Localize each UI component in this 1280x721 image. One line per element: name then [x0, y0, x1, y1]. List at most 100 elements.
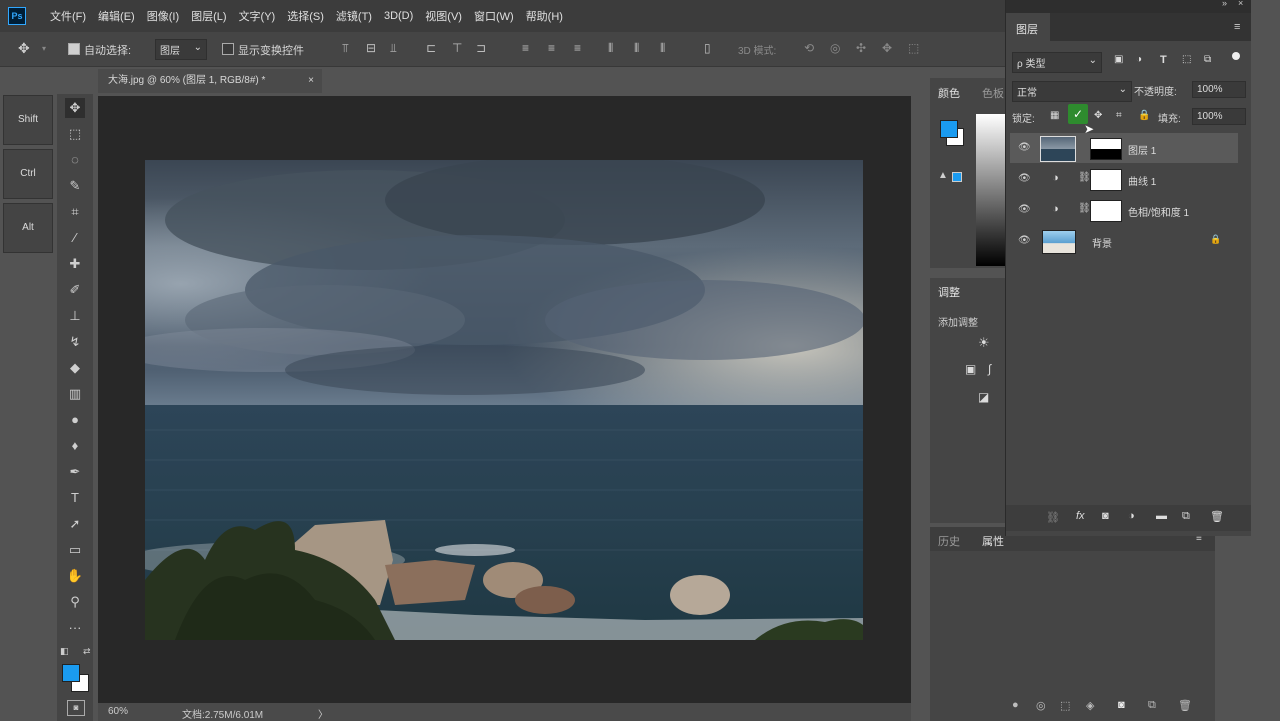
- hue-saturation-icon[interactable]: ▣: [965, 362, 976, 376]
- shortcut-alt[interactable]: Alt: [3, 203, 53, 253]
- layer-style-icon[interactable]: fx: [1076, 510, 1085, 522]
- menu-help[interactable]: 帮助(H): [520, 8, 569, 24]
- delete-layer-icon[interactable]: 🗑: [1210, 510, 1224, 523]
- show-transform-checkbox[interactable]: [222, 43, 234, 55]
- blur-tool-icon[interactable]: ●: [65, 410, 85, 430]
- dodge-tool-icon[interactable]: ♦: [65, 436, 85, 456]
- move-tool-icon[interactable]: ✥: [65, 98, 85, 118]
- visibility-eye-icon[interactable]: 👁: [1018, 173, 1031, 185]
- lock-artboard-icon[interactable]: ⌗: [1116, 110, 1122, 121]
- 3d-scale-icon[interactable]: ⬚: [908, 41, 919, 55]
- shortcut-shift[interactable]: Shift: [3, 95, 53, 145]
- tab-adjustments[interactable]: 调整: [938, 284, 960, 300]
- tool-preset-chevron-icon[interactable]: ▾: [42, 44, 46, 53]
- new-adjustment-icon[interactable]: ◑: [1128, 510, 1135, 522]
- 3d-roll-icon[interactable]: ◎: [830, 41, 840, 55]
- crop-tool-icon[interactable]: ⌗: [65, 202, 85, 222]
- filter-shape-icon[interactable]: ⬚: [1182, 54, 1191, 65]
- auto-align-icon[interactable]: ▯: [704, 41, 711, 55]
- auto-select-checkbox[interactable]: [68, 43, 80, 55]
- link-chain-icon[interactable]: ⛓: [1078, 203, 1091, 214]
- more-tools-icon[interactable]: ···: [65, 618, 85, 638]
- layer-name[interactable]: 背景: [1092, 235, 1112, 250]
- type-tool-icon[interactable]: T: [65, 488, 85, 508]
- layer-row-background[interactable]: 👁 背景 🔒: [1010, 226, 1238, 256]
- close-icon[interactable]: ×: [308, 69, 314, 93]
- align-bottom-icon[interactable]: ⫫: [390, 41, 397, 56]
- menu-image[interactable]: 图像(I): [141, 8, 185, 24]
- visibility-eye-icon[interactable]: 👁: [1018, 142, 1031, 154]
- visibility-eye-icon[interactable]: 👁: [1018, 235, 1031, 247]
- layer-mask-thumbnail[interactable]: [1090, 200, 1122, 222]
- zoom-tool-icon[interactable]: ⚲: [65, 592, 85, 612]
- clone-stamp-tool-icon[interactable]: ⊥: [65, 306, 85, 326]
- rectangle-tool-icon[interactable]: ▭: [65, 540, 85, 560]
- link-layers-icon[interactable]: ⛓: [1046, 511, 1060, 524]
- menu-type[interactable]: 文字(Y): [233, 8, 282, 24]
- panel-foreground-swatch[interactable]: [940, 120, 958, 138]
- history-snapshot-icon[interactable]: ●: [1012, 699, 1019, 711]
- menu-layer[interactable]: 图层(L): [185, 8, 232, 24]
- marquee-tool-icon[interactable]: ⬚: [65, 124, 85, 144]
- distribute-bottom-icon[interactable]: ≡: [574, 41, 581, 55]
- move-tool-icon[interactable]: ✥: [18, 40, 30, 57]
- menu-window[interactable]: 窗口(W): [468, 8, 520, 24]
- zoom-level[interactable]: 60%: [108, 706, 128, 717]
- filter-adjustment-icon[interactable]: ◑: [1136, 54, 1142, 65]
- distribute-hcenter-icon[interactable]: ⦀: [634, 41, 639, 56]
- 3d-pan-icon[interactable]: ✣: [856, 41, 866, 55]
- layer-row-hue-saturation[interactable]: 👁 ◑ ⛓ 色相/饱和度 1: [1010, 195, 1238, 225]
- auto-select-dropdown[interactable]: 图层 ⌄: [155, 39, 207, 60]
- link-chain-icon[interactable]: ⛓: [1078, 172, 1091, 183]
- history-visibility-icon[interactable]: ◈: [1086, 699, 1094, 712]
- eraser-tool-icon[interactable]: ◆: [65, 358, 85, 378]
- menu-edit[interactable]: 编辑(E): [92, 8, 141, 24]
- tab-history[interactable]: 历史: [938, 533, 960, 549]
- menu-filter[interactable]: 滤镜(T): [330, 8, 378, 24]
- distribute-left-icon[interactable]: ⦀: [608, 41, 613, 56]
- quick-mask-icon[interactable]: ◙: [67, 700, 85, 716]
- align-left-icon[interactable]: ⊏: [426, 41, 436, 55]
- fill-input[interactable]: 100%: [1192, 108, 1246, 125]
- history-circle-icon[interactable]: ◎: [1036, 699, 1046, 712]
- panel-menu-icon[interactable]: ≡: [1234, 21, 1240, 33]
- menu-select[interactable]: 选择(S): [281, 8, 330, 24]
- layer-mask-thumbnail[interactable]: [1090, 169, 1122, 191]
- layer-name[interactable]: 色相/饱和度 1: [1128, 204, 1189, 219]
- 3d-slide-icon[interactable]: ✥: [882, 41, 892, 55]
- hand-tool-icon[interactable]: ✋: [65, 566, 85, 586]
- brightness-contrast-icon[interactable]: ☀: [978, 335, 990, 351]
- filter-toggle-icon[interactable]: [1232, 52, 1240, 60]
- align-top-icon[interactable]: ⫪: [342, 41, 349, 56]
- close-icon[interactable]: ×: [1238, 0, 1243, 8]
- lock-image-icon[interactable]: ✓: [1068, 104, 1088, 124]
- quick-select-tool-icon[interactable]: ✎: [65, 176, 85, 196]
- layer-name[interactable]: 图层 1: [1128, 142, 1156, 157]
- new-layer-icon[interactable]: ⧉: [1182, 510, 1190, 523]
- menu-view[interactable]: 视图(V): [419, 8, 468, 24]
- black-white-icon[interactable]: ◪: [978, 390, 989, 404]
- distribute-top-icon[interactable]: ≡: [522, 41, 529, 55]
- default-colors-icon[interactable]: ◧: [60, 646, 69, 657]
- history-new-snapshot-icon[interactable]: ◙: [1118, 699, 1125, 711]
- new-group-icon[interactable]: ▬: [1156, 510, 1167, 522]
- layer-row-layer1[interactable]: 👁 图层 1: [1010, 133, 1238, 163]
- blend-mode-dropdown[interactable]: 正常 ⌄: [1012, 81, 1132, 102]
- filter-smart-object-icon[interactable]: ⧉: [1204, 54, 1211, 65]
- foreground-color-swatch[interactable]: [62, 664, 80, 682]
- history-dotted-icon[interactable]: ⬚: [1060, 699, 1070, 712]
- collapse-icon[interactable]: »: [1222, 0, 1227, 8]
- opacity-input[interactable]: 100%: [1192, 81, 1246, 98]
- status-menu-arrow[interactable]: 〉: [318, 706, 328, 721]
- 3d-orbit-icon[interactable]: ⟲: [804, 41, 814, 55]
- gradient-tool-icon[interactable]: ▥: [65, 384, 85, 404]
- filter-pixel-icon[interactable]: ▣: [1114, 54, 1123, 65]
- visibility-eye-icon[interactable]: 👁: [1018, 204, 1031, 216]
- path-selection-tool-icon[interactable]: ➚: [65, 514, 85, 534]
- lock-position-icon[interactable]: ✥: [1094, 110, 1102, 121]
- menu-file[interactable]: 文件(F): [44, 8, 92, 24]
- lasso-tool-icon[interactable]: ◌: [65, 150, 85, 170]
- align-right-icon[interactable]: ⊐: [476, 41, 486, 55]
- layer-name[interactable]: 曲线 1: [1128, 173, 1156, 188]
- curves-icon[interactable]: ∫: [988, 362, 991, 376]
